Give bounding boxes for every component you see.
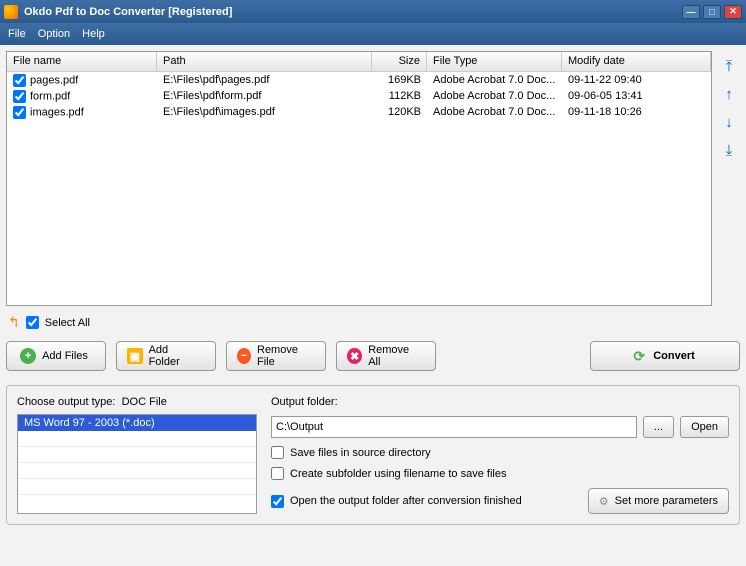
col-header-name[interactable]: File name — [7, 52, 157, 71]
move-top-button[interactable]: ⤒ — [720, 57, 738, 75]
table-row[interactable]: images.pdfE:\Files\pdf\images.pdf120KBAd… — [7, 104, 711, 120]
add-folder-button[interactable]: ▣ Add Folder — [116, 341, 216, 371]
up-folder-icon[interactable]: ↰ — [8, 314, 20, 331]
file-list-header: File name Path Size File Type Modify dat… — [7, 52, 711, 72]
file-list[interactable]: File name Path Size File Type Modify dat… — [6, 51, 712, 306]
app-logo-icon — [4, 5, 18, 19]
titlebar: Okdo Pdf to Doc Converter [Registered] —… — [0, 0, 746, 23]
minimize-button[interactable]: — — [682, 5, 700, 19]
output-panel: Choose output type: DOC File MS Word 97 … — [6, 385, 740, 525]
create-subfolder-label: Create subfolder using filename to save … — [290, 468, 506, 480]
set-more-parameters-button[interactable]: ⚙ Set more parameters — [588, 488, 729, 514]
select-all-checkbox[interactable] — [26, 316, 39, 329]
save-source-checkbox[interactable] — [271, 446, 284, 459]
window-title: Okdo Pdf to Doc Converter [Registered] — [24, 6, 232, 18]
file-checkbox[interactable] — [13, 106, 26, 119]
file-checkbox[interactable] — [13, 90, 26, 103]
content-area: File name Path Size File Type Modify dat… — [0, 45, 746, 566]
remove-all-icon: ✖ — [347, 348, 362, 364]
select-all-label: Select All — [45, 317, 90, 329]
move-down-button[interactable]: ↓ — [720, 113, 738, 131]
table-row[interactable]: form.pdfE:\Files\pdf\form.pdf112KBAdobe … — [7, 88, 711, 104]
col-header-type[interactable]: File Type — [427, 52, 562, 71]
output-type-item[interactable]: MS Word 97 - 2003 (*.doc) — [18, 415, 256, 431]
move-bottom-button[interactable]: ⤓ — [720, 141, 738, 159]
output-folder-input[interactable] — [271, 416, 637, 438]
menu-option[interactable]: Option — [38, 28, 70, 40]
col-header-date[interactable]: Modify date — [562, 52, 711, 71]
minus-icon: − — [237, 348, 251, 364]
gear-icon: ⚙ — [599, 495, 609, 508]
browse-button[interactable]: ... — [643, 416, 674, 438]
maximize-button[interactable]: □ — [703, 5, 721, 19]
create-subfolder-checkbox[interactable] — [271, 467, 284, 480]
open-after-label: Open the output folder after conversion … — [290, 495, 522, 507]
output-folder-label: Output folder: — [271, 396, 729, 408]
convert-button[interactable]: ⟳ Convert — [590, 341, 740, 371]
convert-icon: ⟳ — [631, 348, 647, 364]
plus-icon: + — [20, 348, 36, 364]
close-button[interactable]: ✕ — [724, 5, 742, 19]
save-source-label: Save files in source directory — [290, 447, 431, 459]
open-folder-button[interactable]: Open — [680, 416, 729, 438]
add-files-button[interactable]: + Add Files — [6, 341, 106, 371]
menubar: File Option Help — [0, 23, 746, 45]
reorder-controls: ⤒ ↑ ↓ ⤓ — [718, 51, 740, 306]
remove-file-button[interactable]: − Remove File — [226, 341, 326, 371]
open-after-checkbox[interactable] — [271, 495, 284, 508]
file-checkbox[interactable] — [13, 74, 26, 87]
move-up-button[interactable]: ↑ — [720, 85, 738, 103]
remove-all-button[interactable]: ✖ Remove All — [336, 341, 436, 371]
col-header-size[interactable]: Size — [372, 52, 427, 71]
output-type-listbox[interactable]: MS Word 97 - 2003 (*.doc) — [17, 414, 257, 514]
table-row[interactable]: pages.pdfE:\Files\pdf\pages.pdf169KBAdob… — [7, 72, 711, 88]
col-header-path[interactable]: Path — [157, 52, 372, 71]
menu-file[interactable]: File — [8, 28, 26, 40]
menu-help[interactable]: Help — [82, 28, 105, 40]
folder-icon: ▣ — [127, 348, 143, 364]
output-type-label: Choose output type: DOC File — [17, 396, 257, 408]
